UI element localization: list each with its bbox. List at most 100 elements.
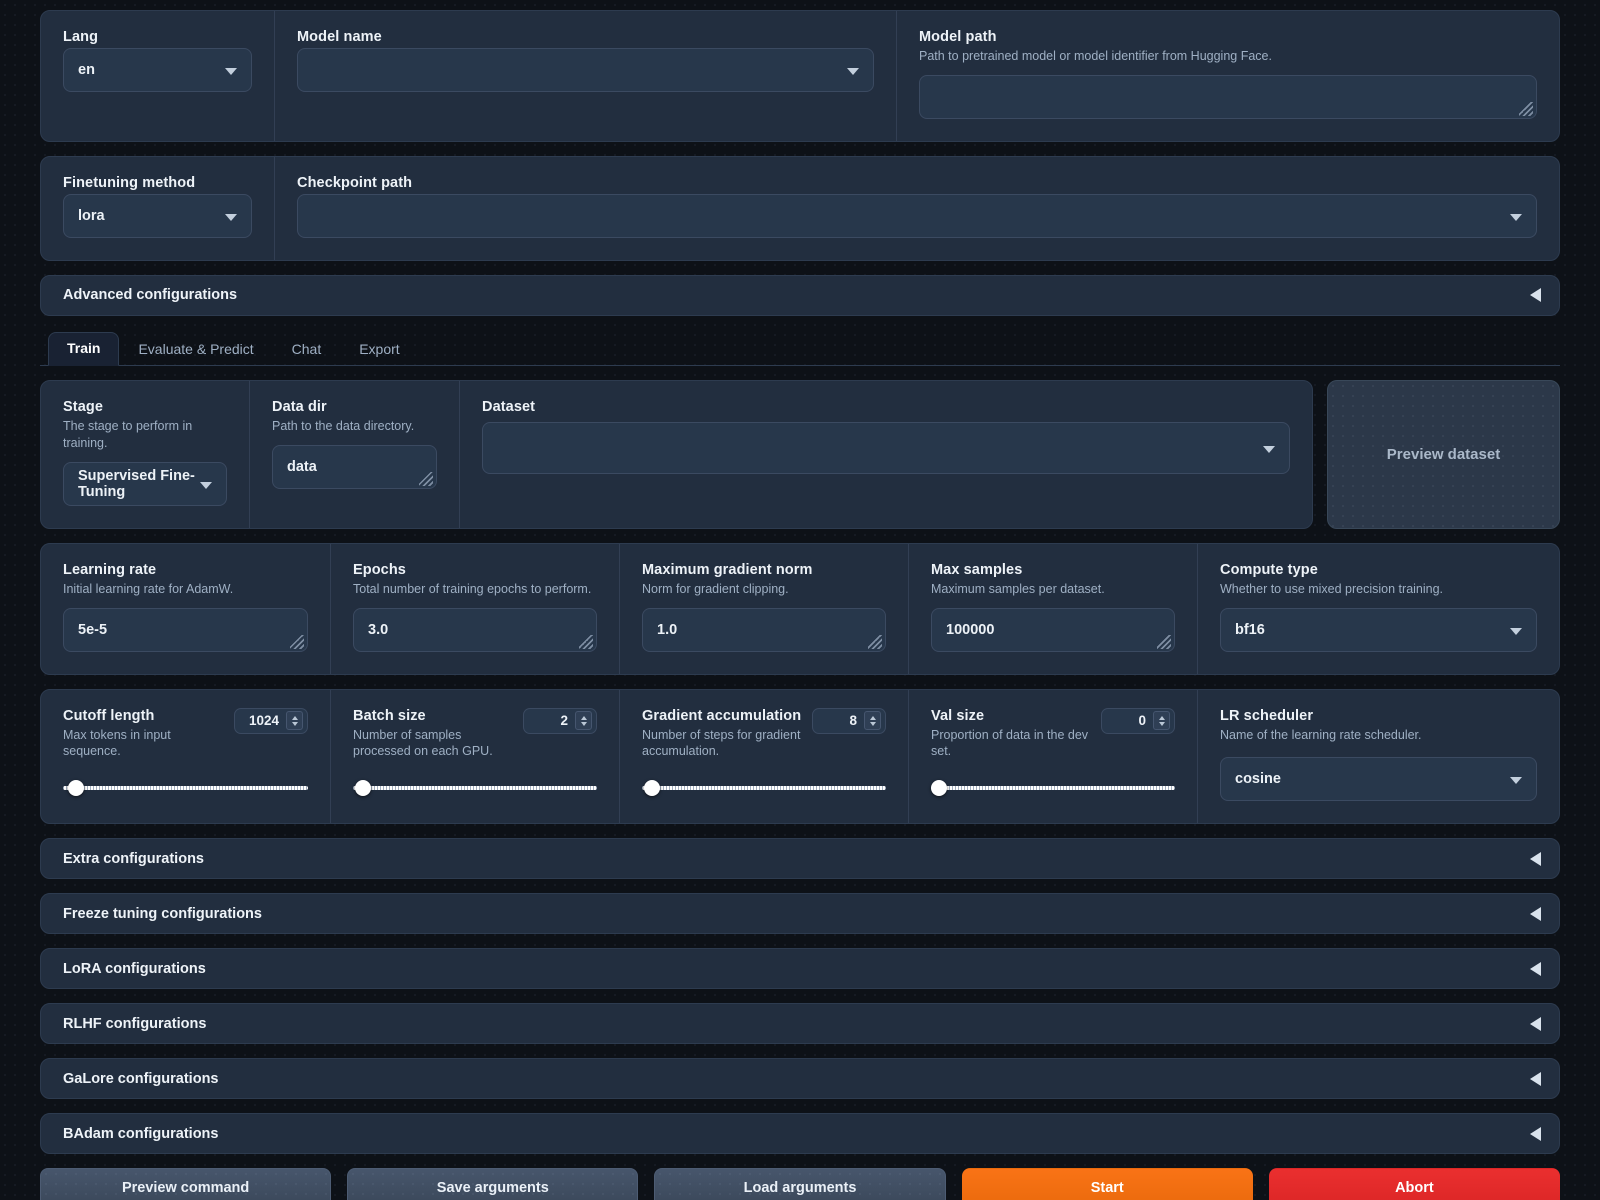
finetuning-row: Finetuning method lora Checkpoint path	[40, 155, 1560, 261]
data-dir-input[interactable]: data	[272, 444, 437, 489]
lang-dropdown[interactable]: en	[63, 48, 252, 92]
max-samples-cell: Max samples Maximum samples per dataset.…	[908, 543, 1197, 674]
preview-command-button[interactable]: Preview command	[40, 1168, 332, 1200]
advanced-configurations-label: Advanced configurations	[63, 287, 238, 304]
data-dir-hint: Path to the data directory.	[272, 418, 415, 433]
compute-type-dropdown[interactable]: bf16	[1220, 607, 1537, 652]
dataset-dropdown[interactable]	[482, 421, 1290, 474]
badam-configurations-label: BAdam configurations	[63, 1125, 219, 1142]
tab-export[interactable]: Export	[340, 333, 418, 366]
checkpoint-path-dropdown[interactable]	[297, 193, 1537, 238]
gradient-accumulation-hint: Number of steps for gradient accumulatio…	[642, 727, 801, 759]
batch-size-cell: Batch size Number of samples processed o…	[330, 689, 619, 824]
dataset-cell: Dataset	[459, 380, 1312, 528]
lr-scheduler-dropdown[interactable]: cosine	[1220, 757, 1537, 802]
stepper-icon[interactable]	[286, 711, 303, 730]
model-path-input[interactable]	[919, 74, 1537, 119]
max-samples-input[interactable]: 100000	[931, 607, 1175, 652]
batch-size-number[interactable]: 2	[523, 707, 597, 734]
resize-grip-icon	[1519, 101, 1533, 116]
max-samples-value: 100000	[946, 621, 995, 638]
freeze-tuning-configurations-label: Freeze tuning configurations	[63, 905, 262, 922]
finetuning-method-dropdown[interactable]: lora	[63, 193, 252, 238]
lora-configurations-label: LoRA configurations	[63, 960, 206, 977]
batch-size-slider[interactable]	[353, 780, 597, 797]
stepper-icon[interactable]	[1153, 711, 1170, 730]
stepper-icon[interactable]	[864, 711, 881, 730]
cutoff-length-hint: Max tokens in input sequence.	[63, 727, 171, 759]
triangle-left-icon	[1530, 288, 1541, 303]
triangle-left-icon	[1530, 961, 1541, 976]
stage-dataset-panel: Stage The stage to perform in training. …	[40, 379, 1313, 529]
val-size-value: 0	[1138, 713, 1146, 728]
data-dir-label: Data dir	[272, 398, 327, 415]
load-arguments-button[interactable]: Load arguments	[654, 1168, 946, 1200]
rlhf-configurations-accordion[interactable]: RLHF configurations	[40, 1003, 1560, 1045]
freeze-tuning-configurations-accordion[interactable]: Freeze tuning configurations	[40, 893, 1560, 935]
cutoff-length-number[interactable]: 1024	[234, 707, 308, 734]
save-arguments-label: Save arguments	[436, 1180, 549, 1197]
epochs-label: Epochs	[353, 561, 406, 578]
hyperparameters-row-1: Learning rate Initial learning rate for …	[40, 542, 1560, 675]
badam-configurations-accordion[interactable]: BAdam configurations	[40, 1113, 1560, 1155]
extra-configurations-accordion[interactable]: Extra configurations	[40, 838, 1560, 880]
slider-knob[interactable]	[355, 780, 372, 797]
gradient-accumulation-label: Gradient accumulation	[642, 707, 802, 724]
tab-chat[interactable]: Chat	[273, 333, 341, 366]
save-arguments-button[interactable]: Save arguments	[347, 1168, 639, 1200]
gradient-accumulation-number[interactable]: 8	[812, 707, 886, 734]
data-dir-cell: Data dir Path to the data directory. dat…	[249, 380, 459, 528]
start-button[interactable]: Start	[961, 1168, 1253, 1200]
stepper-icon[interactable]	[575, 711, 592, 730]
lr-scheduler-label: LR scheduler	[1220, 707, 1314, 724]
slider-knob[interactable]	[67, 780, 84, 797]
lr-scheduler-cell: LR scheduler Name of the learning rate s…	[1197, 689, 1559, 824]
cutoff-length-cell: Cutoff length Max tokens in input sequen…	[41, 690, 330, 824]
gradient-accumulation-cell: Gradient accumulation Number of steps fo…	[619, 689, 908, 824]
gradient-accumulation-value: 8	[849, 713, 857, 728]
triangle-left-icon	[1530, 1071, 1541, 1086]
stage-dropdown[interactable]: Supervised Fine-Tuning	[63, 461, 227, 506]
tab-train[interactable]: Train	[48, 331, 120, 366]
dataset-row: Stage The stage to perform in training. …	[40, 379, 1560, 529]
action-buttons-row: Preview command Save arguments Load argu…	[40, 1168, 1561, 1200]
preview-dataset-button[interactable]: Preview dataset	[1327, 379, 1560, 529]
stage-cell: Stage The stage to perform in training. …	[41, 381, 249, 528]
model-name-dropdown[interactable]	[297, 48, 874, 92]
compute-type-hint: Whether to use mixed precision training.	[1220, 581, 1444, 596]
model-path-hint: Path to pretrained model or model identi…	[919, 49, 1272, 63]
checkpoint-path-label: Checkpoint path	[297, 174, 413, 191]
preview-command-label: Preview command	[121, 1180, 250, 1197]
stage-value: Supervised Fine-Tuning	[78, 467, 195, 500]
val-size-slider[interactable]	[931, 780, 1175, 797]
max-grad-norm-label: Maximum gradient norm	[642, 561, 813, 578]
tab-evaluate-predict[interactable]: Evaluate & Predict	[119, 333, 272, 366]
galore-configurations-accordion[interactable]: GaLore configurations	[40, 1058, 1560, 1100]
epochs-value: 3.0	[368, 621, 389, 638]
max-grad-norm-hint: Norm for gradient clipping.	[642, 581, 789, 596]
abort-button[interactable]: Abort	[1268, 1168, 1561, 1200]
finetuning-method-cell: Finetuning method lora	[41, 157, 274, 260]
gradient-accumulation-slider[interactable]	[642, 780, 886, 797]
lr-scheduler-value: cosine	[1235, 771, 1281, 788]
slider-knob[interactable]	[644, 780, 661, 797]
lang-cell: Lang en	[41, 11, 274, 141]
epochs-hint: Total number of training epochs to perfo…	[353, 581, 592, 596]
model-name-label: Model name	[297, 29, 382, 45]
slider-knob[interactable]	[931, 780, 947, 797]
max-samples-hint: Maximum samples per dataset.	[931, 581, 1105, 596]
advanced-configurations-accordion[interactable]: Advanced configurations	[40, 274, 1560, 316]
resize-grip-icon	[868, 634, 882, 649]
triangle-left-icon	[1530, 1016, 1541, 1031]
slider-track	[353, 786, 597, 791]
max-grad-norm-input[interactable]: 1.0	[642, 607, 886, 652]
triangle-left-icon	[1530, 1126, 1541, 1141]
lora-configurations-accordion[interactable]: LoRA configurations	[40, 948, 1560, 990]
cutoff-length-slider[interactable]	[63, 780, 308, 797]
app-root: Lang en Model name Model path Path to pr…	[0, 0, 1600, 1200]
val-size-number[interactable]: 0	[1101, 707, 1175, 734]
epochs-input[interactable]: 3.0	[353, 607, 597, 652]
learning-rate-input[interactable]: 5e-5	[63, 607, 308, 652]
learning-rate-hint: Initial learning rate for AdamW.	[63, 581, 234, 596]
lang-value: en	[78, 62, 95, 78]
